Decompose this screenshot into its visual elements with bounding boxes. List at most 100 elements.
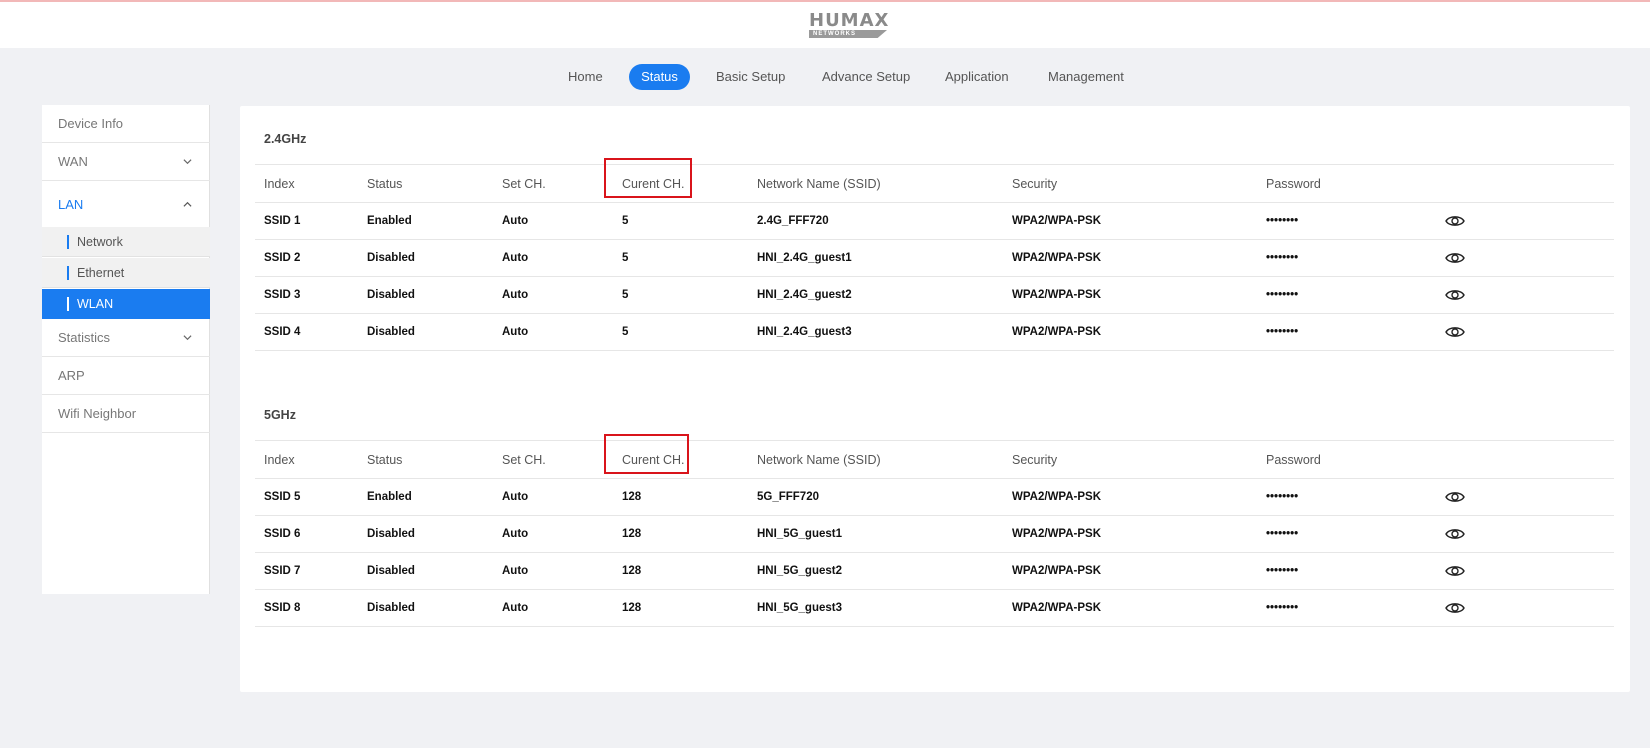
cell-status: Disabled (367, 252, 415, 264)
sidebar-item-arp[interactable]: ARP (42, 357, 210, 395)
sidebar-item-device-info[interactable]: Device Info (42, 105, 210, 143)
cell-status: Disabled (367, 528, 415, 540)
cell-status: Disabled (367, 289, 415, 301)
cell-current-channel: 128 (622, 565, 642, 577)
nav-status[interactable]: Status (629, 64, 690, 90)
cell-security: WPA2/WPA-PSK (1012, 289, 1102, 301)
sidebar-item-statistics[interactable]: Statistics (42, 319, 210, 357)
column-header-security: Security (1012, 453, 1058, 467)
table-row: SSID 3 Disabled Auto 5 HNI_2.4G_guest2 WPA2/W… (255, 277, 1614, 314)
column-header-password: Password (1266, 177, 1321, 191)
cell-password: •••••••• (1266, 565, 1299, 577)
nav-management[interactable]: Management (1048, 64, 1124, 90)
table-row: SSID 5 Enabled Auto 128 5G_FFF720 WPA2/WPA-PS… (255, 479, 1614, 516)
eye-icon[interactable] (1445, 288, 1465, 302)
sidebar-sub-label: WLAN (77, 297, 114, 311)
sidebar-sub-wlan[interactable]: WLAN (42, 289, 210, 319)
cell-set-channel: Auto (502, 252, 529, 264)
sidebar-item-label: Statistics (58, 330, 111, 345)
cell-current-channel: 128 (622, 491, 642, 503)
table-header: Index Status Set CH. Curent CH. Network Name… (255, 164, 1614, 203)
column-header-password: Password (1266, 453, 1321, 467)
sidebar-item-label: Wifi Neighbor (58, 406, 137, 421)
table-row: SSID 6 Disabled Auto 128 HNI_5G_guest1 WPA2/W… (255, 516, 1614, 553)
cell-current-channel: 5 (622, 215, 629, 227)
table-row: SSID 4 Disabled Auto 5 HNI_2.4G_guest3 WPA2/W… (255, 314, 1614, 351)
cell-password: •••••••• (1266, 215, 1299, 227)
sub-marker (67, 235, 69, 249)
cell-ssid: HNI_5G_guest2 (757, 565, 843, 577)
cell-password: •••••••• (1266, 602, 1299, 614)
cell-current-channel: 5 (622, 289, 629, 301)
cell-set-channel: Auto (502, 602, 529, 614)
cell-security: WPA2/WPA-PSK (1012, 602, 1102, 614)
cell-set-channel: Auto (502, 528, 529, 540)
sub-marker (67, 266, 69, 280)
column-header-ssid: Network Name (SSID) (757, 177, 881, 191)
cell-ssid: HNI_2.4G_guest2 (757, 289, 852, 301)
cell-security: WPA2/WPA-PSK (1012, 491, 1102, 503)
cell-security: WPA2/WPA-PSK (1012, 326, 1102, 338)
cell-security: WPA2/WPA-PSK (1012, 565, 1102, 577)
nav-application[interactable]: Application (945, 64, 1009, 90)
main-nav: Home Status Basic Setup Advance Setup Ap… (0, 64, 1650, 90)
cell-set-channel: Auto (502, 289, 529, 301)
sidebar-item-label: ARP (58, 368, 85, 383)
eye-icon[interactable] (1445, 564, 1465, 578)
table-row: SSID 7 Disabled Auto 128 HNI_5G_guest2 WPA2/W… (255, 553, 1614, 590)
cell-security: WPA2/WPA-PSK (1012, 215, 1102, 227)
nav-advance-setup[interactable]: Advance Setup (822, 64, 910, 90)
column-header-index: Index (264, 177, 295, 191)
cell-ssid: 2.4G_FFF720 (757, 215, 829, 227)
eye-icon[interactable] (1445, 251, 1465, 265)
cell-index: SSID 5 (264, 491, 301, 503)
sub-marker (67, 297, 69, 311)
eye-icon[interactable] (1445, 490, 1465, 504)
cell-status: Enabled (367, 215, 412, 227)
humax-logo[interactable]: HUMAX NETWORKS (809, 12, 888, 40)
table-row: SSID 2 Disabled Auto 5 HNI_2.4G_guest1 WPA2/W… (255, 240, 1614, 277)
cell-index: SSID 8 (264, 602, 301, 614)
column-header-index: Index (264, 453, 295, 467)
cell-password: •••••••• (1266, 252, 1299, 264)
cell-set-channel: Auto (502, 326, 529, 338)
table-row: SSID 8 Disabled Auto 128 HNI_5G_guest3 WPA2/W… (255, 590, 1614, 627)
nav-home[interactable]: Home (568, 64, 603, 90)
cell-current-channel: 5 (622, 252, 629, 264)
cell-index: SSID 4 (264, 326, 301, 338)
eye-icon[interactable] (1445, 527, 1465, 541)
column-header-ssid: Network Name (SSID) (757, 453, 881, 467)
sidebar-item-lan[interactable]: LAN (42, 182, 210, 227)
sidebar-sub-network[interactable]: Network (42, 227, 210, 257)
cell-index: SSID 1 (264, 215, 301, 227)
cell-current-channel: 5 (622, 326, 629, 338)
nav-basic-setup[interactable]: Basic Setup (716, 64, 785, 90)
cell-index: SSID 7 (264, 565, 301, 577)
cell-status: Disabled (367, 565, 415, 577)
sidebar-item-label: Device Info (58, 116, 124, 131)
cell-current-channel: 128 (622, 528, 642, 540)
eye-icon[interactable] (1445, 325, 1465, 339)
column-header-set-channel: Set CH. (502, 177, 546, 191)
sidebar-sub-ethernet[interactable]: Ethernet (42, 258, 210, 288)
wlan-status-panel: 2.4GHz Index Status Set CH. Curent CH. Networ… (240, 106, 1630, 692)
cell-security: WPA2/WPA-PSK (1012, 528, 1102, 540)
sidebar-item-label: LAN (58, 197, 84, 212)
cell-set-channel: Auto (502, 215, 529, 227)
eye-icon[interactable] (1445, 601, 1465, 615)
cell-status: Enabled (367, 491, 412, 503)
cell-security: WPA2/WPA-PSK (1012, 252, 1102, 264)
sidebar-item-label: WAN (58, 154, 88, 169)
cell-status: Disabled (367, 602, 415, 614)
sidebar-sub-label: Network (77, 235, 123, 249)
sidebar-item-wifi-neighbor[interactable]: Wifi Neighbor (42, 395, 210, 433)
table-header: Index Status Set CH. Curent CH. Network Name… (255, 440, 1614, 479)
cell-current-channel: 128 (622, 602, 642, 614)
cell-ssid: HNI_5G_guest1 (757, 528, 843, 540)
cell-index: SSID 3 (264, 289, 301, 301)
cell-status: Disabled (367, 326, 415, 338)
top-bar: HUMAX NETWORKS (0, 0, 1650, 48)
cell-ssid: HNI_2.4G_guest1 (757, 252, 852, 264)
eye-icon[interactable] (1445, 214, 1465, 228)
sidebar-item-wan[interactable]: WAN (42, 143, 210, 181)
